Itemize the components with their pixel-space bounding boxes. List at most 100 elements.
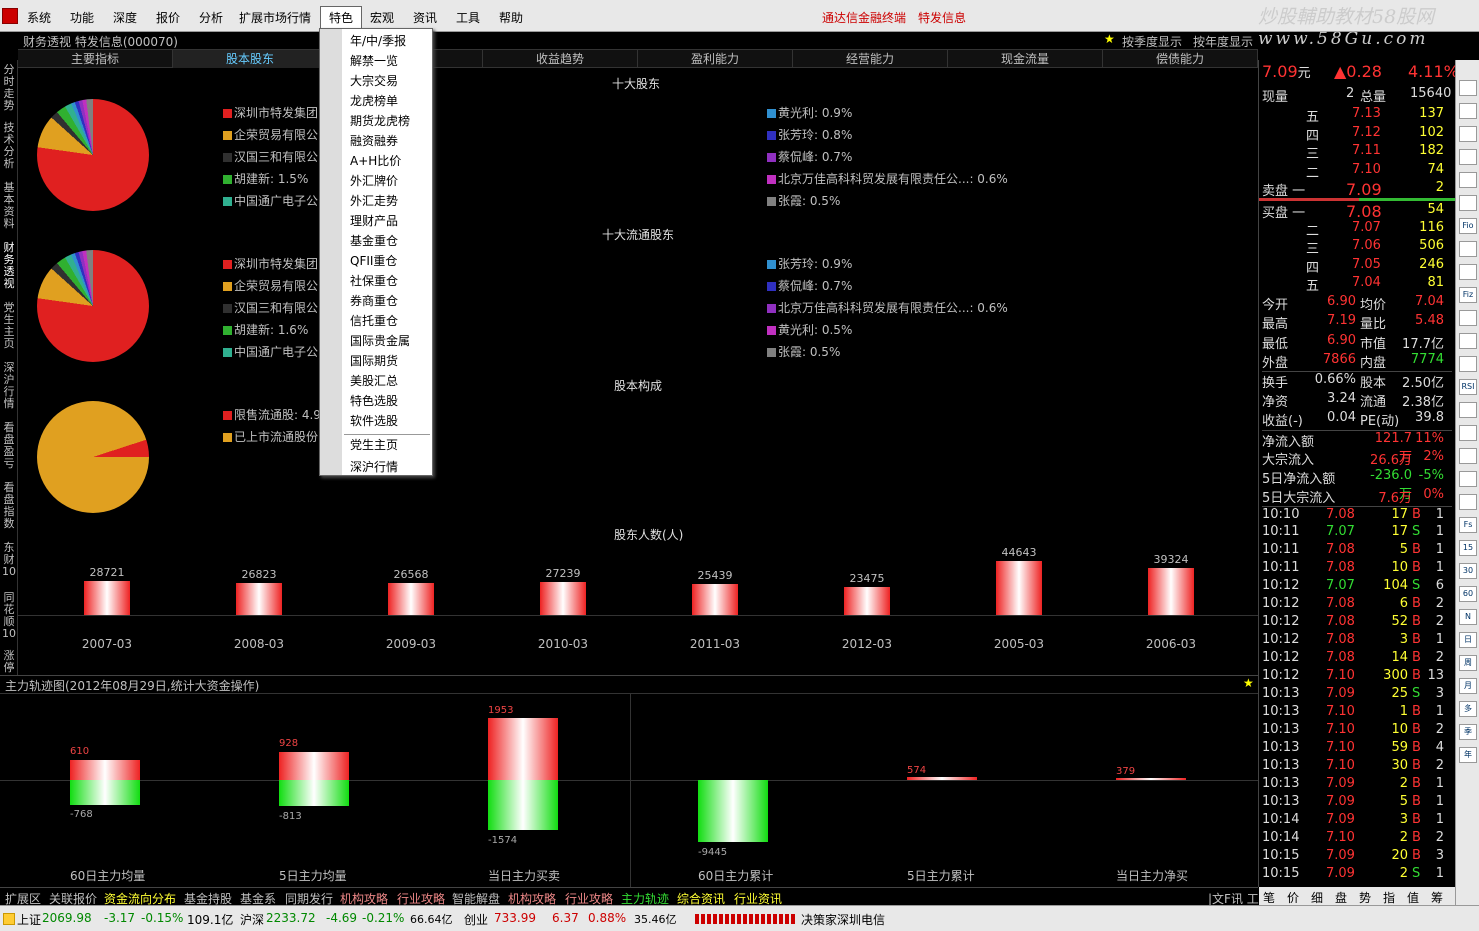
toolbar-icon[interactable]: Fiz	[1459, 287, 1477, 303]
dropdown-item[interactable]: 党生主页	[350, 436, 398, 453]
rp-tab[interactable]: 势	[1359, 889, 1371, 906]
menu-system[interactable]: 系统	[27, 9, 51, 26]
rp-tab[interactable]: 价	[1287, 889, 1299, 906]
toolbar-icon[interactable]	[1459, 195, 1477, 211]
toolbar-icon[interactable]: Fs	[1459, 517, 1477, 533]
dropdown-item[interactable]: 社保重仓	[350, 272, 398, 289]
stock-name-link[interactable]: 特发信息	[918, 9, 966, 26]
tab-profitability[interactable]: 盈利能力	[638, 50, 793, 68]
tab-cashflow[interactable]: 现金流量	[948, 50, 1103, 68]
menu-analysis[interactable]: 分析	[199, 9, 223, 26]
menu-macro[interactable]: 宏观	[370, 9, 394, 26]
toolbar-icon[interactable]: Fio	[1459, 218, 1477, 234]
toolbar-icon[interactable]	[1459, 402, 1477, 418]
rp-tab[interactable]: 指	[1383, 889, 1395, 906]
toolbar-icon[interactable]	[1459, 126, 1477, 142]
toolbar-icon[interactable]	[1459, 241, 1477, 257]
tick-price: 7.09	[1326, 686, 1355, 701]
vtab-market[interactable]: 深沪行情	[2, 362, 16, 410]
dropdown-item[interactable]: 深沪行情	[350, 458, 398, 475]
toolbar-icon[interactable]	[1459, 80, 1477, 96]
toolbar-icon[interactable]: N	[1459, 609, 1477, 625]
dropdown-item[interactable]: 理财产品	[350, 212, 398, 229]
vtab-eastmoney[interactable]: 东财10	[2, 542, 16, 578]
menu-special[interactable]: 特色	[320, 6, 363, 29]
tab-solvency[interactable]: 偿债能力	[1103, 50, 1258, 68]
toolbar-icon[interactable]: 多	[1459, 701, 1477, 717]
vtab-finance[interactable]: 财务透视	[2, 242, 16, 290]
toolbar-icon[interactable]: 年	[1459, 747, 1477, 763]
menu-depth[interactable]: 深度	[113, 9, 137, 26]
rp-tab[interactable]: 值	[1407, 889, 1419, 906]
toolbar-icon[interactable]: 15	[1459, 540, 1477, 556]
quarterly-toggle[interactable]: 按季度显示	[1122, 33, 1182, 50]
toolbar-icon[interactable]	[1459, 494, 1477, 510]
toolbar-icon[interactable]: 周	[1459, 655, 1477, 671]
terminal-link[interactable]: 通达信金融终端	[822, 9, 906, 26]
toolbar-icon[interactable]	[1459, 333, 1477, 349]
dropdown-item[interactable]: 国际期货	[350, 352, 398, 369]
dropdown-item[interactable]: 龙虎榜单	[350, 92, 398, 109]
yearly-toggle[interactable]: 按年度显示	[1193, 33, 1253, 50]
rp-tab[interactable]: 筹	[1431, 889, 1443, 906]
dropdown-item[interactable]: 特色选股	[350, 392, 398, 409]
menu-quote[interactable]: 报价	[156, 9, 180, 26]
rp-tab[interactable]: 细	[1311, 889, 1323, 906]
toolbar-icon[interactable]	[1459, 149, 1477, 165]
dropdown-item[interactable]: 期货龙虎榜	[350, 112, 410, 129]
toolbar-icon[interactable]	[1459, 356, 1477, 372]
dropdown-item[interactable]: A+H比价	[350, 152, 401, 169]
toolbar-icon[interactable]	[1459, 310, 1477, 326]
dropdown-item[interactable]: 大宗交易	[350, 72, 398, 89]
dropdown-item[interactable]: 国际贵金属	[350, 332, 410, 349]
vtab-ths[interactable]: 同花顺10	[2, 592, 16, 640]
tab-income-trend[interactable]: 收益趋势	[483, 50, 638, 68]
toolbar-icon[interactable]: RSI	[1459, 379, 1477, 395]
tick-price: 7.08	[1326, 632, 1355, 647]
dropdown-item[interactable]: 外汇牌价	[350, 172, 398, 189]
vtab-technical[interactable]: 技术分析	[2, 122, 16, 170]
menu-ext-market[interactable]: 扩展市场行情	[239, 9, 311, 26]
toolbar-icon[interactable]: 月	[1459, 678, 1477, 694]
dropdown-item[interactable]: 基金重仓	[350, 232, 398, 249]
rp-tab[interactable]: 笔	[1263, 889, 1275, 906]
toolbar-icon[interactable]	[1459, 172, 1477, 188]
tick-price: 7.10	[1326, 758, 1355, 773]
legend-text: 蔡侃峰: 0.7%	[778, 279, 853, 293]
tab-operating[interactable]: 经营能力	[793, 50, 948, 68]
vtab-timeshare[interactable]: 分时走势	[2, 64, 16, 112]
rp-tab[interactable]: 盘	[1335, 889, 1347, 906]
vtab-basic-info[interactable]: 基本资料	[2, 182, 16, 230]
vtab-pnl[interactable]: 看盘盈亏	[2, 422, 16, 470]
dropdown-item[interactable]: 年/中/季报	[350, 32, 406, 49]
menu-help[interactable]: 帮助	[499, 9, 523, 26]
dropdown-item[interactable]: 解禁一览	[350, 52, 398, 69]
vtab-home[interactable]: 党生主页	[2, 302, 16, 350]
toolbar-icon[interactable]: 60	[1459, 586, 1477, 602]
bid-price: 7.08	[1346, 202, 1382, 221]
toolbar-icon[interactable]	[1459, 264, 1477, 280]
dropdown-item[interactable]: QFII重仓	[350, 252, 397, 269]
dropdown-item[interactable]: 软件选股	[350, 412, 398, 429]
toolbar-icon[interactable]: 季	[1459, 724, 1477, 740]
toolbar-icon[interactable]	[1459, 448, 1477, 464]
toolbar-icon[interactable]	[1459, 471, 1477, 487]
toolbar-icon[interactable]	[1459, 425, 1477, 441]
dropdown-item[interactable]: 外汇走势	[350, 192, 398, 209]
toolbar-icon[interactable]	[1459, 103, 1477, 119]
dropdown-item[interactable]: 券商重仓	[350, 292, 398, 309]
menu-news[interactable]: 资讯	[413, 9, 437, 26]
toolbar-icon[interactable]: 30	[1459, 563, 1477, 579]
vtab-index[interactable]: 看盘指数	[2, 482, 16, 530]
menu-function[interactable]: 功能	[70, 9, 94, 26]
tab-shareholders[interactable]: 股本股东	[173, 50, 328, 68]
vtab-limit[interactable]: 涨停	[2, 650, 16, 674]
price-unit: 元	[1297, 66, 1311, 81]
dropdown-item[interactable]: 融资融券	[350, 132, 398, 149]
toolbar-icon[interactable]: 日	[1459, 632, 1477, 648]
menu-tools[interactable]: 工具	[456, 9, 480, 26]
dropdown-item[interactable]: 美股汇总	[350, 372, 398, 389]
tab-main-indicators[interactable]: 主要指标	[18, 50, 173, 68]
dropdown-item[interactable]: 信托重仓	[350, 312, 398, 329]
tick-vol: 300	[1383, 668, 1408, 683]
